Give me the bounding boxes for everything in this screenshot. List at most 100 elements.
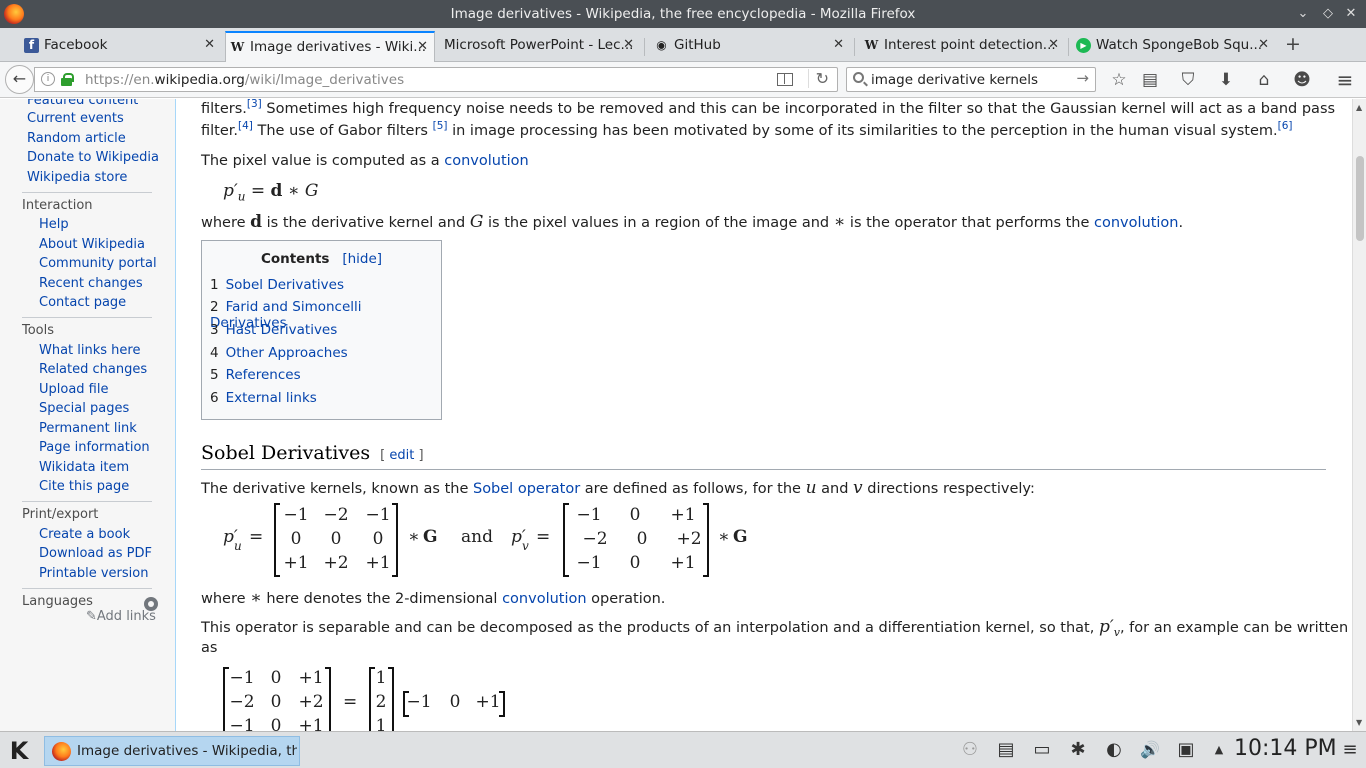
toc-hide-link[interactable]: [hide] [342, 251, 382, 267]
bookmark-star-icon[interactable]: ☆ [1107, 68, 1131, 92]
sidebar-heading-tools: Tools [22, 323, 55, 338]
equation-convolution: p′u = d ∗ G [223, 181, 319, 204]
url-text[interactable]: https://en.wikipedia.org/wiki/Image_deri… [85, 72, 404, 88]
sidebar-help[interactable]: Help [39, 217, 69, 232]
sidebar-community-portal[interactable]: Community portal [39, 256, 157, 271]
sidebar-divider [22, 317, 152, 318]
menu-icon[interactable]: ≡ [1333, 68, 1357, 92]
bookmarks-list-icon[interactable]: ▤ [1138, 68, 1162, 92]
clipboard-icon[interactable]: ▤ [994, 738, 1018, 762]
user-switch-icon[interactable]: ⚇ [958, 738, 982, 762]
tab-label: Image derivatives - Wiki... [250, 39, 427, 55]
close-tab-icon[interactable]: ✕ [1048, 31, 1059, 59]
convolution-link[interactable]: convolution [444, 153, 528, 169]
sidebar-random-article[interactable]: Random article [27, 131, 126, 146]
sidebar-special-pages[interactable]: Special pages [39, 401, 129, 416]
tab-spongebob[interactable]: ▶ Watch SpongeBob Squ... ✕ [1072, 31, 1275, 62]
lock-icon[interactable] [61, 73, 74, 86]
back-button[interactable]: ← [5, 65, 34, 94]
display-icon[interactable]: ▣ [1174, 738, 1198, 762]
toc-item[interactable]: 3 Hast Derivatives [210, 322, 337, 338]
scroll-down-icon[interactable]: ▼ [1356, 718, 1362, 727]
clock[interactable]: 10:14 PM [1234, 736, 1337, 761]
tab-separator [854, 38, 855, 56]
close-tab-icon[interactable]: ✕ [417, 33, 428, 61]
hello-icon[interactable]: ☻ [1290, 68, 1314, 92]
sidebar-related-changes[interactable]: Related changes [39, 362, 147, 377]
facebook-icon: f [24, 38, 39, 53]
paragraph-gabor: filter.[4] The use of Gabor filters [5] … [201, 120, 1293, 139]
reload-icon[interactable]: ↻ [807, 69, 829, 88]
firefox-icon [52, 742, 71, 761]
scroll-up-icon[interactable]: ▲ [1356, 103, 1362, 112]
toc-item[interactable]: 1 Sobel Derivatives [210, 277, 344, 293]
maximize-button[interactable]: ◇ [1319, 5, 1337, 23]
sidebar-contact-page[interactable]: Contact page [39, 295, 126, 310]
tab-powerpoint[interactable]: Microsoft PowerPoint - Lec... ✕ [440, 31, 640, 62]
sidebar-download-pdf[interactable]: Download as PDF [39, 546, 152, 561]
paragraph-pixel-value: The pixel value is computed as a convolu… [201, 153, 529, 169]
sidebar-what-links-here[interactable]: What links here [39, 343, 140, 358]
sidebar-current-events[interactable]: Current events [27, 111, 124, 126]
convolution-link[interactable]: convolution [502, 591, 586, 607]
toc-item[interactable]: 4 Other Approaches [210, 345, 348, 361]
close-tab-icon[interactable]: ✕ [833, 31, 844, 59]
search-go-icon[interactable]: → [1076, 69, 1089, 87]
sidebar-page-information[interactable]: Page information [39, 440, 150, 455]
sidebar-wikidata-item[interactable]: Wikidata item [39, 460, 129, 475]
sidebar-printable-version[interactable]: Printable version [39, 566, 148, 581]
downloads-icon[interactable]: ⬇ [1214, 68, 1238, 92]
sidebar-store[interactable]: Wikipedia store [27, 170, 127, 185]
tab-github[interactable]: ◉ GitHub ✕ [650, 31, 850, 62]
reference-6[interactable]: [6] [1278, 120, 1293, 132]
close-window-button[interactable]: ✕ [1342, 5, 1360, 23]
reference-5[interactable]: [5] [433, 120, 448, 132]
sobel-operator-link[interactable]: Sobel operator [473, 481, 580, 497]
sidebar-upload-file[interactable]: Upload file [39, 382, 108, 397]
new-tab-button[interactable]: + [1282, 34, 1304, 56]
search-input[interactable]: image derivative kernels [871, 72, 1038, 88]
taskbar-firefox-task[interactable]: Image derivatives - Wikipedia, the fr [44, 736, 300, 766]
network-icon[interactable]: ◐ [1102, 738, 1126, 762]
volume-icon[interactable]: 🔊 [1138, 738, 1162, 762]
window-titlebar: Image derivatives - Wikipedia, the free … [0, 0, 1366, 28]
reference-4[interactable]: [4] [238, 120, 253, 132]
search-bar[interactable]: image derivative kernels → [846, 67, 1096, 92]
tab-label: Watch SpongeBob Squ... [1096, 37, 1263, 53]
scrollbar-thumb[interactable] [1356, 156, 1364, 241]
sidebar-create-book[interactable]: Create a book [39, 527, 130, 542]
tab-interest-point[interactable]: W Interest point detection... ✕ [860, 31, 1065, 62]
reader-view-icon[interactable] [777, 73, 793, 86]
edit-section-link[interactable]: edit [389, 448, 414, 463]
toc-item[interactable]: 6 External links [210, 390, 317, 406]
taskbar-menu-icon[interactable]: ≡ [1338, 738, 1362, 762]
reference-3[interactable]: [3] [247, 99, 262, 110]
close-tab-icon[interactable]: ✕ [623, 31, 634, 59]
wikipedia-icon: W [230, 40, 245, 54]
minimize-button[interactable]: ⌄ [1294, 5, 1312, 23]
pocket-icon[interactable]: ⛉ [1176, 68, 1200, 92]
battery-icon[interactable]: ▭ [1030, 738, 1054, 762]
sidebar-donate[interactable]: Donate to Wikipedia [27, 150, 159, 165]
tab-image-derivatives[interactable]: W Image derivatives - Wiki... ✕ [225, 31, 435, 62]
sidebar-cite-this-page[interactable]: Cite this page [39, 479, 129, 494]
tab-facebook[interactable]: f Facebook ✕ [20, 31, 221, 62]
kde-menu-icon[interactable]: K [5, 737, 33, 765]
bluetooth-icon[interactable]: ✱ [1066, 738, 1090, 762]
convolution-link[interactable]: convolution [1094, 215, 1178, 231]
sidebar-about[interactable]: About Wikipedia [39, 237, 145, 252]
sidebar-featured-content[interactable]: Featured content [27, 99, 138, 108]
sidebar-heading-interaction: Interaction [22, 198, 93, 213]
site-info-icon[interactable]: i [41, 72, 55, 86]
close-tab-icon[interactable]: ✕ [1258, 31, 1269, 59]
matrix-bracket [499, 691, 505, 717]
close-tab-icon[interactable]: ✕ [204, 31, 215, 59]
sidebar-permanent-link[interactable]: Permanent link [39, 421, 137, 436]
home-icon[interactable]: ⌂ [1252, 68, 1276, 92]
tray-expand-icon[interactable]: ▲ [1207, 738, 1231, 762]
toc-item[interactable]: 5 References [210, 367, 301, 383]
url-bar[interactable]: i https://en.wikipedia.org/wiki/Image_de… [34, 67, 838, 92]
add-links-link[interactable]: ✎Add links [86, 609, 156, 624]
vertical-scrollbar[interactable]: ▲ ▼ [1352, 99, 1366, 731]
sidebar-recent-changes[interactable]: Recent changes [39, 276, 143, 291]
